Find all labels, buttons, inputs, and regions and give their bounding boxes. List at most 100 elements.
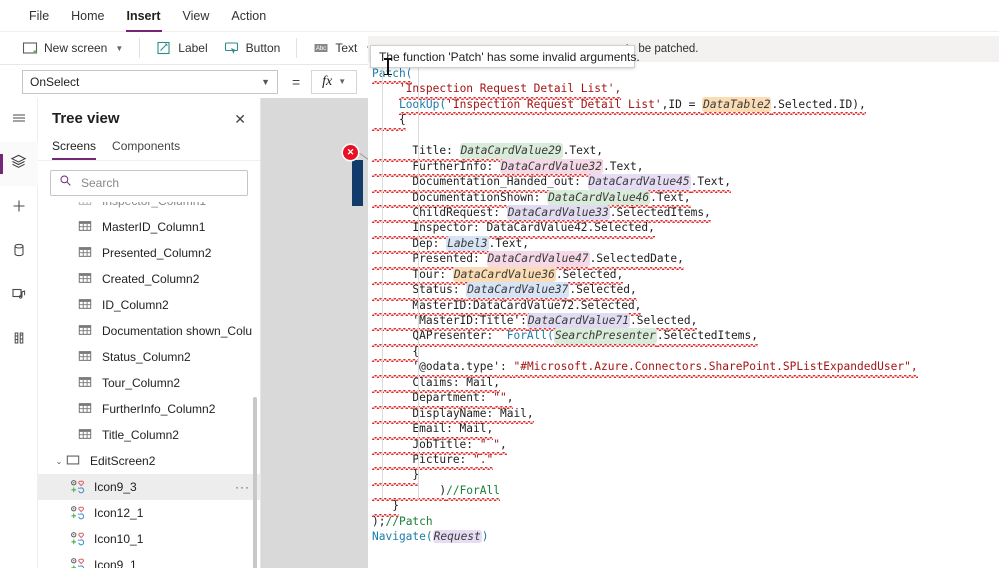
indent-guide xyxy=(418,66,419,499)
menu-item-view[interactable]: View xyxy=(172,3,221,29)
formula-text: ,ID = xyxy=(661,97,703,116)
formula-token: SearchPresenter xyxy=(553,328,657,348)
new-screen-button[interactable]: New screen ▼ xyxy=(14,36,131,60)
tree-item-list[interactable]: Inspector_Column1 MasterID_Column1 Present… xyxy=(38,202,260,568)
insert-rail-button[interactable] xyxy=(0,186,38,230)
tree-item-created-column2[interactable]: Created_Column2 xyxy=(38,266,260,292)
error-tooltip: The function 'Patch' has some invalid ar… xyxy=(370,45,640,68)
tree-item-tour-column2[interactable]: Tour_Column2 xyxy=(38,370,260,396)
formula-text: "#Microsoft.Azure.Connectors.SharePoint.… xyxy=(513,360,918,379)
data-rail-button[interactable] xyxy=(0,230,38,274)
tree-item-status-column2[interactable]: Status_Column2 xyxy=(38,344,260,370)
ribbon-divider-2 xyxy=(296,38,298,58)
formula-text: .Selected, xyxy=(555,267,624,286)
formula-code[interactable]: Patch( 'Inspection Request Detail List',… xyxy=(368,66,999,545)
table-column-icon xyxy=(78,401,94,417)
formula-line: );//Patch xyxy=(368,514,999,529)
formula-text: 'MasterID:Title': xyxy=(372,314,527,333)
tree-item-label: MasterID_Column1 xyxy=(102,220,206,234)
hamburger-menu-button[interactable] xyxy=(0,98,38,142)
tree-item-icon9-3[interactable]: Icon9_3 ··· xyxy=(38,474,260,500)
screen-icon xyxy=(66,453,82,469)
formula-text: JobTitle: xyxy=(372,437,480,456)
tree-item-label: Presented_Column2 xyxy=(102,246,212,260)
tree-item-inspector-column1[interactable]: Inspector_Column1 xyxy=(38,202,260,214)
property-dropdown-value: OnSelect xyxy=(30,74,80,89)
formula-text: Claims: Mail, xyxy=(372,375,500,394)
formula-text: .SelectedItems, xyxy=(656,329,759,348)
tree-scrollbar[interactable] xyxy=(253,397,257,568)
formula-text: " " xyxy=(479,437,501,456)
formula-line: Picture: "." xyxy=(368,452,999,471)
search-input[interactable] xyxy=(79,175,239,191)
formula-text: Dep: xyxy=(372,236,447,255)
menu-item-insert[interactable]: Insert xyxy=(116,3,172,32)
chevron-down-icon[interactable]: ⌄ xyxy=(52,457,66,466)
tree-item-label: Title_Column2 xyxy=(102,428,179,442)
equals-sign: = xyxy=(292,73,301,90)
formula-text: : xyxy=(499,360,514,379)
tab-components[interactable]: Components xyxy=(112,135,180,160)
menu-bar: File Home Insert View Action xyxy=(0,0,999,32)
variables-rail-button[interactable] xyxy=(0,318,38,362)
plus-icon xyxy=(11,198,27,219)
tree-item-label: Status_Column2 xyxy=(102,350,191,364)
table-column-icon xyxy=(78,219,94,235)
button-button[interactable]: Button xyxy=(216,36,289,60)
tree-item-id-column2[interactable]: ID_Column2 xyxy=(38,292,260,318)
formula-text: //ForAll xyxy=(446,483,500,502)
formula-line: Tour: DataCardValue36.Selected, xyxy=(368,266,999,286)
formula-token: DataTable2 xyxy=(702,96,772,116)
table-column-icon xyxy=(78,202,94,209)
tree-item-icon10-1[interactable]: Icon10_1 xyxy=(38,526,260,552)
media-rail-button[interactable] xyxy=(0,274,38,318)
formula-text: .Text, xyxy=(562,144,604,163)
tree-view-rail-button[interactable] xyxy=(0,142,38,186)
formula-text: ForAll( xyxy=(506,329,555,348)
button-icon xyxy=(224,40,240,56)
formula-text: FurtherInfo: xyxy=(372,159,500,178)
formula-text: LookUp( xyxy=(398,97,447,116)
error-badge[interactable]: ✕ xyxy=(343,145,358,160)
fx-button[interactable]: fx ▼ xyxy=(311,69,358,94)
tree-item-icon12-1[interactable]: Icon12_1 xyxy=(38,500,260,526)
formula-line: Department: "", xyxy=(368,390,999,410)
canvas-selected-control[interactable] xyxy=(352,160,363,206)
label-button[interactable]: Label xyxy=(148,36,215,60)
left-icon-rail xyxy=(0,98,38,568)
formula-text: .SelectedItems, xyxy=(609,205,711,224)
tree-item-presented-column2[interactable]: Presented_Column2 xyxy=(38,240,260,266)
tree-item-label: Created_Column2 xyxy=(102,272,200,286)
formula-text: Documentation_Handed_out: xyxy=(372,175,588,194)
table-column-icon xyxy=(78,375,94,391)
formula-text: , xyxy=(506,391,514,410)
menu-item-home[interactable]: Home xyxy=(60,3,115,29)
tree-search-wrapper xyxy=(38,161,260,202)
formula-token: Label3 xyxy=(446,235,489,255)
tree-item-label: ID_Column2 xyxy=(102,298,169,312)
formula-line: '@odata.type': "#Microsoft.Azure.Connect… xyxy=(368,359,999,379)
formula-text: "." xyxy=(473,452,494,471)
formula-text: Picture: xyxy=(372,452,474,471)
formula-text: { xyxy=(372,344,420,363)
formula-token: Request xyxy=(432,530,482,544)
formula-line: ChildRequest: DataCardValue33.SelectedIt… xyxy=(368,204,999,224)
formula-line: Email: Mail, xyxy=(368,421,999,441)
formula-line: Claims: Mail, xyxy=(368,375,999,394)
property-dropdown[interactable]: OnSelect ▼ xyxy=(22,69,278,94)
tree-item-icon9-1[interactable]: Icon9_1 xyxy=(38,552,260,568)
formula-editor[interactable]: e to be patched. Patch( 'Inspection Requ… xyxy=(368,36,999,568)
tree-item-documentation-shown-column2[interactable]: Documentation shown_Column2 xyxy=(38,318,260,344)
tree-item-editscreen2[interactable]: ⌄ EditScreen2 xyxy=(38,448,260,474)
menu-item-action[interactable]: Action xyxy=(220,3,277,29)
close-icon[interactable]: ✕ xyxy=(234,112,246,126)
search-box[interactable] xyxy=(50,170,248,196)
formula-token: DataCardValue33 xyxy=(506,204,610,224)
menu-item-file[interactable]: File xyxy=(18,3,60,29)
tree-item-masterid-column1[interactable]: MasterID_Column1 xyxy=(38,214,260,240)
tree-item-furtherinfo-column2[interactable]: FurtherInfo_Column2 xyxy=(38,396,260,422)
tab-screens[interactable]: Screens xyxy=(52,135,97,160)
formula-line: Patch( xyxy=(368,66,999,86)
tree-item-title-column2[interactable]: Title_Column2 xyxy=(38,422,260,448)
tree-item-overflow-button[interactable]: ··· xyxy=(235,480,250,494)
